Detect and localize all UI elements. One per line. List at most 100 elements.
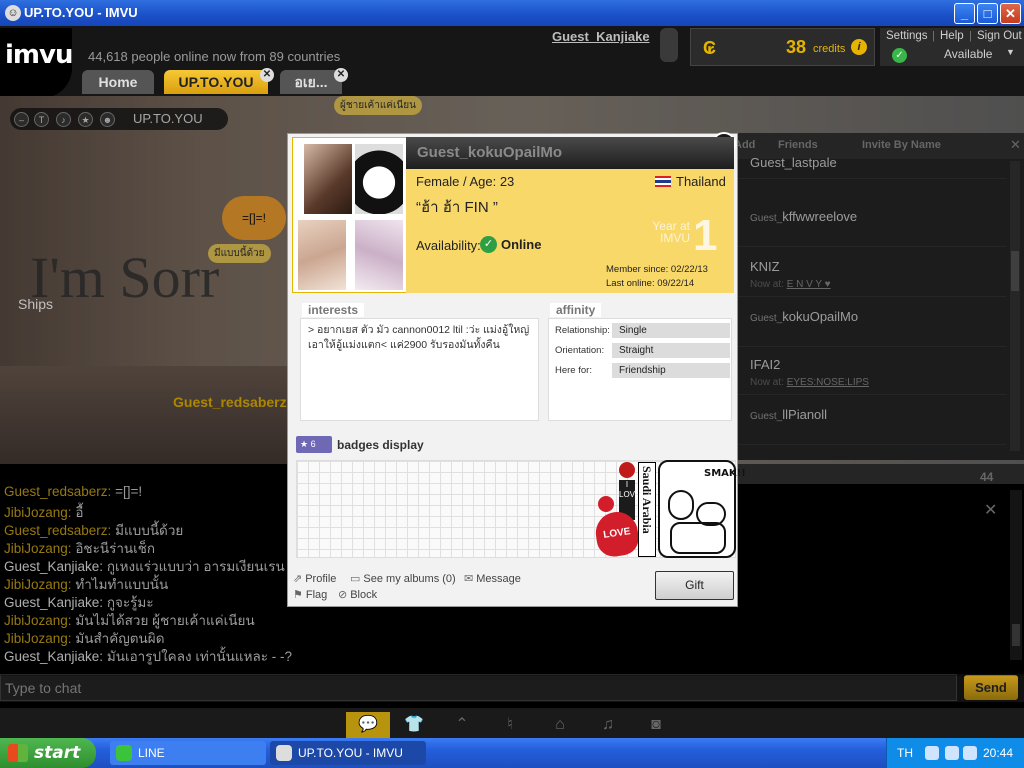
tray-arrow-icon[interactable] <box>925 746 939 760</box>
affinity-title: affinity <box>550 303 602 317</box>
here-for-value: Friendship <box>612 363 730 378</box>
profile-photo[interactable] <box>298 220 346 290</box>
badge-star-icon: ★ 6 <box>296 436 332 453</box>
profile-link[interactable]: ⇗ Profile <box>293 572 336 585</box>
flag-link[interactable]: ⚑ Flag <box>293 588 327 601</box>
snoopy-badge[interactable]: SMAK!! <box>658 460 746 558</box>
interests-title: interests <box>302 303 365 317</box>
imvu-logo[interactable]: imvu <box>0 28 73 98</box>
country: Thailand <box>676 174 726 189</box>
link-separator: | <box>932 30 935 42</box>
online-check-icon: ✓ <box>480 236 497 253</box>
tagline: “ฮ้า ฮ้า FIN ” <box>416 199 498 216</box>
orientation-value: Straight <box>612 343 730 358</box>
year-at-imvu-label: Year at IMVU <box>652 219 690 245</box>
imvu-app-icon <box>276 745 292 761</box>
last-online: Last online: 09/22/14 <box>606 278 695 289</box>
maximize-button[interactable]: □ <box>977 3 998 24</box>
block-link[interactable]: ⊘ Block <box>338 588 377 601</box>
chat-input-row: Send <box>0 674 1024 702</box>
badges-title: badges display <box>337 438 424 452</box>
profile-photo[interactable] <box>304 144 352 214</box>
availability-value: Online <box>501 237 542 252</box>
credits-label: credits <box>813 43 846 55</box>
user-avatar-mini[interactable] <box>660 28 678 62</box>
link-separator: | <box>969 30 972 42</box>
gift-button[interactable]: Gift <box>655 571 734 600</box>
snoopy-body <box>670 522 726 554</box>
credits-box: ₢ 38 credits i <box>690 28 875 66</box>
relationship-label: Relationship: <box>555 325 610 336</box>
music-note-icon[interactable]: ♫ <box>586 712 630 738</box>
line-app-icon <box>116 745 132 761</box>
network-icon[interactable] <box>945 746 959 760</box>
tab-close-icon[interactable]: ✕ <box>334 68 348 82</box>
credits-coin-icon: ₢ <box>703 38 716 58</box>
year-at-imvu-number: 1 <box>693 211 718 260</box>
clock: 20:44 <box>983 746 1014 760</box>
imvu-tray-icon[interactable] <box>963 746 977 760</box>
gender-age: Female / Age: 23 <box>416 174 515 189</box>
profile-photo[interactable] <box>355 220 403 290</box>
window-titlebar: ☺ UP.TO.YOU - IMVU _ □ ✕ <box>0 0 1024 26</box>
window-title: UP.TO.YOU - IMVU <box>24 5 138 20</box>
settings-link[interactable]: Settings <box>886 30 928 42</box>
available-check-icon: ✓ <box>892 48 907 63</box>
taskbar-item-line[interactable]: LINE <box>110 741 266 765</box>
online-count: 44,618 people online now from 89 countri… <box>88 49 341 64</box>
envelope-icon: ✉ <box>464 573 474 585</box>
credits-value: 38 <box>786 37 807 57</box>
windows-flag-icon <box>8 744 28 762</box>
flag-icon: ⚑ <box>293 589 303 601</box>
imvu-app-icon: ☺ <box>5 5 21 21</box>
profile-photo[interactable] <box>355 144 403 214</box>
profile-name: Guest_kokuOpailMo <box>417 144 563 161</box>
camera-icon[interactable]: ◙ <box>634 712 678 738</box>
here-for-label: Here for: <box>555 365 592 376</box>
peppermint-patty-figure <box>668 490 694 520</box>
tab-close-icon[interactable]: ✕ <box>260 68 274 82</box>
external-link-icon: ⇗ <box>293 573 303 585</box>
chevron-down-icon[interactable]: ▼ <box>1006 47 1015 57</box>
chat-bubble-icon[interactable]: 💬 <box>346 712 390 738</box>
hanger-icon[interactable]: ⌃ <box>440 712 484 738</box>
account-links: Settings | Help | Sign Out ✓ Available ▼ <box>880 28 1024 66</box>
thailand-flag-icon <box>655 176 671 187</box>
close-window-button[interactable]: ✕ <box>1000 3 1021 24</box>
os-taskbar: start LINE UP.TO.YOU - IMVU TH 20:44 <box>0 738 1024 768</box>
interests-text: > อยากเยส ตัว มัว cannon0012 ltil :ว่ะ แ… <box>308 324 530 351</box>
member-since: Member since: 02/22/13 <box>606 264 708 275</box>
heart-badge[interactable] <box>598 496 614 512</box>
home-icon[interactable]: ⌂ <box>538 712 582 738</box>
album-icon: ▭ <box>350 573 361 585</box>
availability-label: Availability: <box>416 238 481 253</box>
message-link[interactable]: ✉ Message <box>464 572 521 585</box>
saudi-arabia-badge[interactable]: Saudi Arabia <box>638 462 656 557</box>
tab-home[interactable]: Home <box>82 70 154 94</box>
status-dropdown[interactable]: Available <box>944 47 992 61</box>
tab-room[interactable]: UP.TO.YOU <box>164 70 268 94</box>
start-button[interactable]: start <box>0 738 96 768</box>
orientation-label: Orientation: <box>555 345 605 356</box>
profile-name-bar: Guest_kokuOpailMo <box>406 137 734 169</box>
block-icon: ⊘ <box>338 589 348 601</box>
rose-badge[interactable] <box>619 462 635 478</box>
taskbar-item-imvu[interactable]: UP.TO.YOU - IMVU <box>270 741 426 765</box>
chat-input[interactable] <box>0 674 957 701</box>
profile-photos[interactable] <box>292 137 408 293</box>
minimize-button[interactable]: _ <box>954 3 975 24</box>
toolbar: 💬 👕 ⌃ ♮ ⌂ ♫ ◙ <box>0 708 1024 738</box>
see-albums-link[interactable]: ▭ See my albums (0) <box>350 572 456 585</box>
current-username-link[interactable]: Guest_Kanjiake <box>552 29 650 44</box>
relationship-value: Single <box>612 323 730 338</box>
help-link[interactable]: Help <box>940 30 964 42</box>
language-indicator[interactable]: TH <box>897 746 913 760</box>
sign-out-link[interactable]: Sign Out <box>977 30 1022 42</box>
tab-other[interactable]: อเย... <box>280 70 342 94</box>
profile-summary: Female / Age: 23 Thailand “ฮ้า ฮ้า FIN ”… <box>406 169 734 293</box>
shirt-icon[interactable]: 👕 <box>392 712 436 738</box>
system-tray: TH 20:44 <box>886 738 1024 768</box>
send-button[interactable]: Send <box>964 675 1018 700</box>
info-icon[interactable]: i <box>851 39 867 55</box>
chair-icon[interactable]: ♮ <box>488 712 532 738</box>
